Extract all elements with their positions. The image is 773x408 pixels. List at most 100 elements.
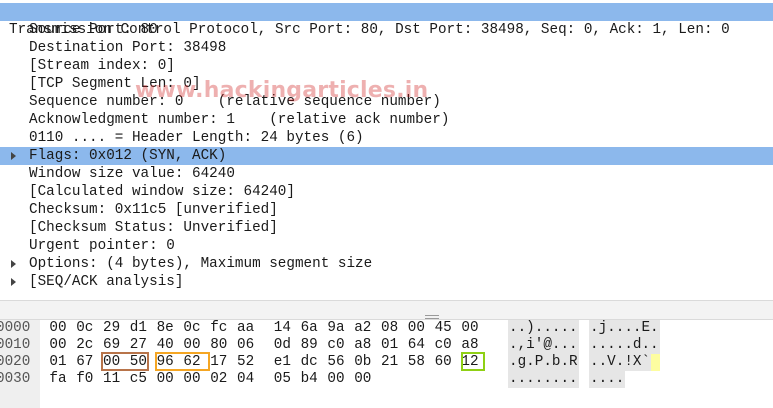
splitter-grip-icon: [425, 315, 439, 319]
hex-byte[interactable]: 8e: [155, 320, 175, 337]
expand-arrow-icon[interactable]: [11, 260, 16, 268]
ascii-column-right[interactable]: ....: [589, 371, 626, 388]
hex-byte[interactable]: 01: [380, 337, 400, 354]
expand-arrow-icon[interactable]: [11, 152, 16, 160]
hex-byte[interactable]: 67: [75, 354, 95, 371]
tree-field-label: Source Port: 80: [29, 22, 158, 38]
expand-arrow-icon[interactable]: [11, 278, 16, 286]
hex-byte[interactable]: 0c: [75, 320, 95, 337]
tree-field-row[interactable]: Acknowledgment number: 1 (relative ack n…: [0, 111, 773, 129]
ascii-column-left[interactable]: ........: [508, 371, 579, 388]
hex-byte[interactable]: 00: [406, 320, 426, 337]
tree-field-row[interactable]: 0110 .... = Header Length: 24 bytes (6): [0, 129, 773, 147]
hex-byte[interactable]: e1: [272, 354, 292, 371]
tree-field-label: Window size value: 64240: [29, 166, 235, 182]
hex-byte[interactable]: fa: [48, 371, 68, 388]
tree-field-label: [Calculated window size: 64240]: [29, 184, 295, 200]
hex-byte[interactable]: 00: [155, 371, 175, 388]
hex-byte[interactable]: aa: [236, 320, 256, 337]
hex-byte[interactable]: 14: [272, 320, 292, 337]
tree-field-label: 0110 .... = Header Length: 24 bytes (6): [29, 130, 364, 146]
hex-offset: 0020: [0, 354, 31, 370]
packet-bytes-pane[interactable]: 0000 00 0c 29 d1 8e 0c fc aa 14 6a 9a a2 08 00 45 00..).…: [0, 320, 773, 408]
ascii-column-left[interactable]: .g.P.b.R: [508, 354, 579, 371]
ascii-column-right[interactable]: .j....E.: [589, 320, 660, 337]
hex-byte[interactable]: 80: [209, 337, 229, 354]
hex-byte[interactable]: 04: [236, 371, 256, 388]
hex-byte[interactable]: 6a: [299, 320, 319, 337]
hex-byte[interactable]: f0: [75, 371, 95, 388]
hex-byte[interactable]: 9a: [326, 320, 346, 337]
tree-field-row[interactable]: [Checksum Status: Unverified]: [0, 219, 773, 237]
hex-byte[interactable]: a8: [353, 337, 373, 354]
hex-offset: 0010: [0, 337, 31, 353]
hex-byte[interactable]: 00: [48, 320, 68, 337]
hex-byte[interactable]: fc: [209, 320, 229, 337]
selected-ascii-byte: [651, 354, 660, 371]
hex-byte[interactable]: 45: [433, 320, 453, 337]
tree-field-label: [Checksum Status: Unverified]: [29, 220, 278, 236]
tree-field-row[interactable]: Checksum: 0x11c5 [unverified]: [0, 201, 773, 219]
hex-byte[interactable]: 52: [236, 354, 256, 371]
hex-byte[interactable]: 11: [102, 371, 122, 388]
hex-byte[interactable]: 0b: [353, 354, 373, 371]
tree-field-row[interactable]: [TCP Segment Len: 0]: [0, 75, 773, 93]
hex-byte[interactable]: 01: [48, 354, 68, 371]
hex-byte[interactable]: c0: [326, 337, 346, 354]
tree-field-row[interactable]: [SEQ/ACK analysis]: [0, 273, 773, 291]
hex-byte[interactable]: c0: [433, 337, 453, 354]
hex-byte[interactable]: 60: [433, 354, 453, 371]
tree-field-row[interactable]: Destination Port: 38498: [0, 39, 773, 57]
hex-byte[interactable]: d1: [128, 320, 148, 337]
hex-byte[interactable]: 00: [182, 371, 202, 388]
hex-byte[interactable]: 56: [326, 354, 346, 371]
tcp-header-row[interactable]: Transmission Control Protocol, Src Port:…: [0, 3, 773, 38]
hex-offset: 0030: [0, 371, 31, 387]
tree-field-label: Destination Port: 38498: [29, 40, 227, 56]
dest-port-highlight: [155, 352, 210, 371]
hex-byte[interactable]: 02: [209, 371, 229, 388]
hex-byte[interactable]: b4: [299, 371, 319, 388]
hex-byte[interactable]: c5: [128, 371, 148, 388]
tree-field-row[interactable]: Sequence number: 0 (relative sequence nu…: [0, 93, 773, 111]
hex-byte[interactable]: 21: [380, 354, 400, 371]
hex-byte[interactable]: 00: [353, 371, 373, 388]
hex-byte[interactable]: 0c: [182, 320, 202, 337]
tree-field-row[interactable]: Urgent pointer: 0: [0, 237, 773, 255]
tree-field-row[interactable]: [Stream index: 0]: [0, 57, 773, 75]
hex-byte[interactable]: 64: [406, 337, 426, 354]
hex-byte[interactable]: 17: [209, 354, 229, 371]
source-port-highlight: [101, 352, 149, 371]
hex-byte[interactable]: 89: [299, 337, 319, 354]
hex-byte[interactable]: 06: [236, 337, 256, 354]
hex-byte[interactable]: 29: [102, 320, 122, 337]
tree-field-row[interactable]: [Calculated window size: 64240]: [0, 183, 773, 201]
hex-byte[interactable]: dc: [299, 354, 319, 371]
packet-details-pane[interactable]: Transmission Control Protocol, Src Port:…: [0, 0, 773, 300]
tree-field-row[interactable]: Flags: 0x012 (SYN, ACK): [0, 147, 773, 165]
tree-field-label: [Stream index: 0]: [29, 58, 175, 74]
tree-field-label: Flags: 0x012 (SYN, ACK): [29, 148, 227, 164]
hex-byte[interactable]: 00: [48, 337, 68, 354]
pane-splitter[interactable]: [0, 300, 773, 320]
ascii-column-left[interactable]: ..).....: [508, 320, 579, 337]
tree-field-row[interactable]: Options: (4 bytes), Maximum segment size: [0, 255, 773, 273]
tree-field-row[interactable]: Window size value: 64240: [0, 165, 773, 183]
hex-byte[interactable]: 58: [406, 354, 426, 371]
ascii-column-left[interactable]: .,i'@...: [508, 337, 579, 354]
tree-field-label: Checksum: 0x11c5 [unverified]: [29, 202, 278, 218]
hex-byte[interactable]: 00: [326, 371, 346, 388]
hex-row[interactable]: 0000 00 0c 29 d1 8e 0c fc aa 14 6a 9a a2 08 00 45 00..).…: [0, 320, 773, 337]
hex-byte[interactable]: 2c: [75, 337, 95, 354]
tree-field-row[interactable]: Source Port: 80: [0, 21, 773, 39]
hex-byte[interactable]: 08: [380, 320, 400, 337]
hex-byte[interactable]: 0d: [272, 337, 292, 354]
hex-byte[interactable]: 00: [460, 320, 480, 337]
ascii-column-right[interactable]: .....d..: [589, 337, 660, 354]
ascii-column-right[interactable]: ..V.!X`.: [589, 354, 660, 371]
hex-byte[interactable]: a2: [353, 320, 373, 337]
hex-byte[interactable]: 05: [272, 371, 292, 388]
tree-field-label: [SEQ/ACK analysis]: [29, 274, 184, 290]
hex-offset: 0000: [0, 320, 31, 336]
hex-row[interactable]: 0030 fa f0 11 c5 00 00 02 04 05 b4 00 00............: [0, 371, 773, 388]
